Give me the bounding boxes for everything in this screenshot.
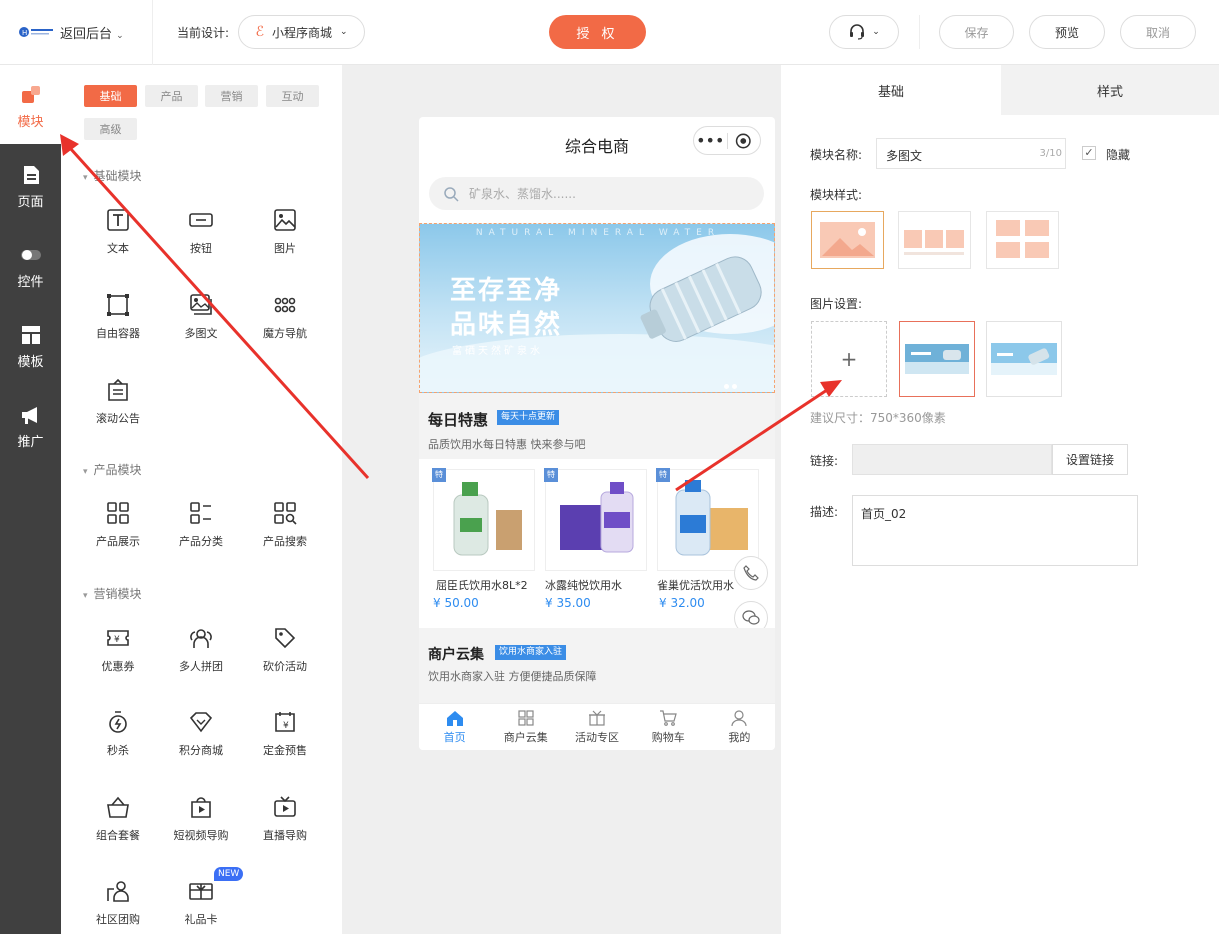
annotation-arrows xyxy=(60,134,842,492)
